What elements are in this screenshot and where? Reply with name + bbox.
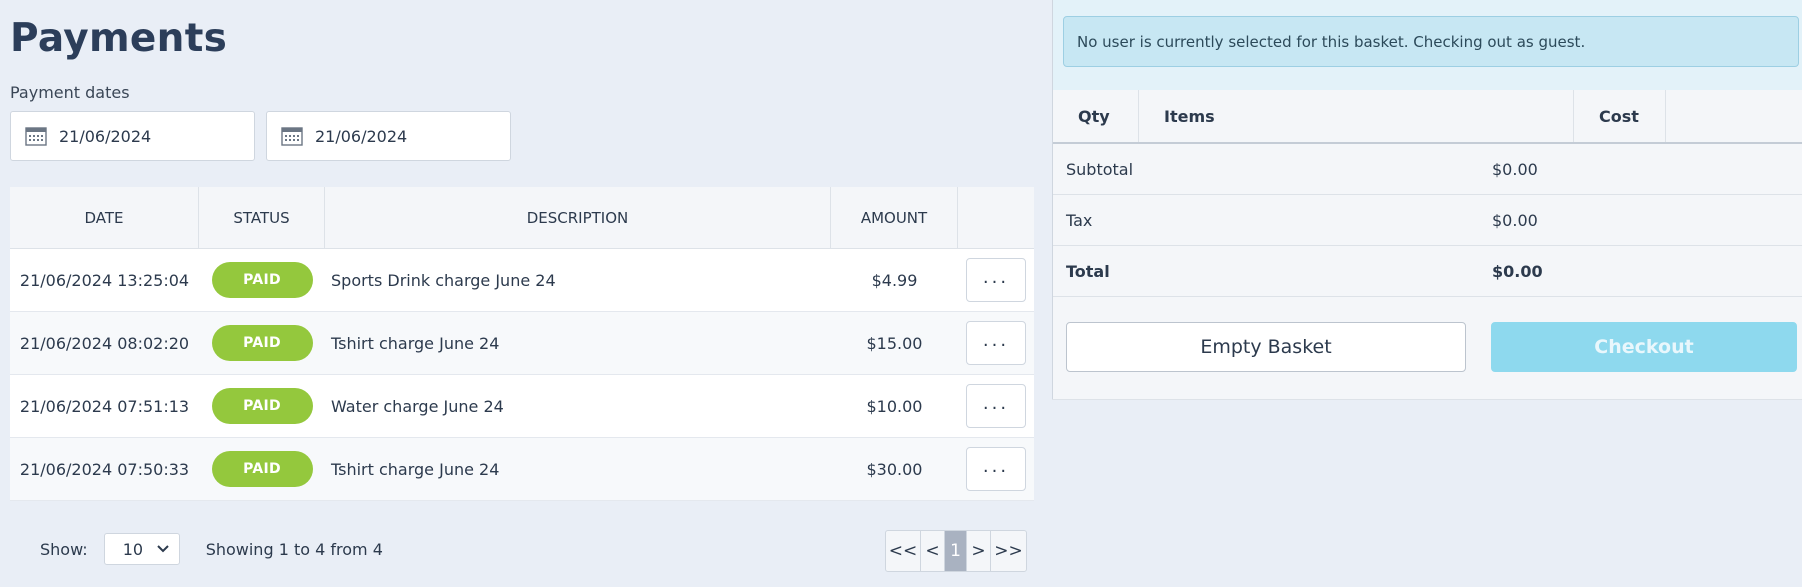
tax-value: $0.00 bbox=[1492, 210, 1538, 230]
table-row: 21/06/2024 08:02:20 PAID Tshirt charge J… bbox=[10, 312, 1034, 375]
status-badge: PAID bbox=[211, 262, 313, 298]
page-size-value: 10 bbox=[122, 539, 144, 559]
row-amount: $15.00 bbox=[866, 333, 923, 353]
row-description: Water charge June 24 bbox=[331, 396, 504, 416]
guest-checkout-alert: No user is currently selected for this b… bbox=[1063, 16, 1799, 67]
date-from-value: 21/06/2024 bbox=[59, 126, 152, 146]
row-status: PAID bbox=[199, 249, 325, 311]
basket-header-qty: Qty bbox=[1053, 90, 1139, 142]
date-to-field[interactable]: 21/06/2024 bbox=[266, 111, 511, 161]
subtotal-label: Subtotal bbox=[1066, 159, 1134, 179]
payments-table: DATE STATUS DESCRIPTION AMOUNT 21/06/202… bbox=[10, 187, 1034, 501]
table-footer: Show: 10 Showing 1 to 4 from 4 bbox=[40, 533, 383, 565]
total-value: $0.00 bbox=[1492, 261, 1543, 281]
tax-row: Tax $0.00 bbox=[1053, 195, 1802, 246]
status-badge: PAID bbox=[211, 325, 313, 361]
row-actions-button[interactable]: ... bbox=[966, 384, 1026, 428]
table-header: DATE STATUS DESCRIPTION AMOUNT bbox=[10, 187, 1034, 249]
pager-last-button[interactable]: >> bbox=[991, 531, 1026, 571]
row-actions-button[interactable]: ... bbox=[966, 321, 1026, 365]
row-actions: ... bbox=[958, 375, 1034, 437]
checkout-button[interactable]: Checkout bbox=[1491, 322, 1797, 372]
basket-panel: No user is currently selected for this b… bbox=[1052, 0, 1802, 400]
pager-prev-button[interactable]: < bbox=[921, 531, 945, 571]
basket-header-cost: Cost bbox=[1574, 90, 1666, 142]
table-row: 21/06/2024 07:51:13 PAID Water charge Ju… bbox=[10, 375, 1034, 438]
row-status: PAID bbox=[199, 375, 325, 437]
status-badge: PAID bbox=[211, 388, 313, 424]
header-amount[interactable]: AMOUNT bbox=[831, 187, 958, 248]
row-actions: ... bbox=[958, 312, 1034, 374]
table-row: 21/06/2024 13:25:04 PAID Sports Drink ch… bbox=[10, 249, 1034, 312]
row-date: 21/06/2024 07:50:33 bbox=[19, 459, 190, 479]
row-actions: ... bbox=[958, 249, 1034, 311]
row-amount: $30.00 bbox=[866, 459, 923, 479]
date-to-value: 21/06/2024 bbox=[315, 126, 408, 146]
pagination: << < 1 > >> bbox=[885, 530, 1027, 572]
row-date: 21/06/2024 07:51:13 bbox=[19, 396, 190, 416]
payment-dates-label: Payment dates bbox=[10, 83, 130, 102]
tax-label: Tax bbox=[1066, 210, 1093, 230]
showing-count: Showing 1 to 4 from 4 bbox=[205, 539, 383, 559]
total-row: Total $0.00 bbox=[1053, 246, 1802, 297]
basket-header-items: Items bbox=[1139, 90, 1574, 142]
basket-panel-border bbox=[1052, 399, 1802, 400]
row-date: 21/06/2024 13:25:04 bbox=[19, 270, 190, 290]
row-description: Tshirt charge June 24 bbox=[331, 333, 500, 353]
row-description: Sports Drink charge June 24 bbox=[331, 270, 556, 290]
calendar-icon bbox=[281, 127, 303, 146]
empty-basket-button[interactable]: Empty Basket bbox=[1066, 322, 1466, 372]
row-actions: ... bbox=[958, 438, 1034, 500]
row-date: 21/06/2024 08:02:20 bbox=[19, 333, 190, 353]
row-status: PAID bbox=[199, 312, 325, 374]
row-status: PAID bbox=[199, 438, 325, 500]
calendar-icon bbox=[25, 127, 47, 146]
row-description: Tshirt charge June 24 bbox=[331, 459, 500, 479]
basket-header: Qty Items Cost bbox=[1053, 90, 1802, 144]
page-size-select[interactable]: 10 bbox=[103, 533, 180, 565]
row-amount: $10.00 bbox=[866, 396, 923, 416]
header-status[interactable]: STATUS bbox=[199, 187, 325, 248]
subtotal-row: Subtotal $0.00 bbox=[1053, 144, 1802, 195]
pager-next-button[interactable]: > bbox=[967, 531, 991, 571]
basket-header-spacer bbox=[1666, 90, 1802, 142]
pager-first-button[interactable]: << bbox=[886, 531, 921, 571]
row-actions-button[interactable]: ... bbox=[966, 447, 1026, 491]
chevron-down-icon bbox=[156, 545, 169, 553]
row-amount: $4.99 bbox=[871, 270, 918, 290]
subtotal-value: $0.00 bbox=[1492, 159, 1538, 179]
page-title: Payments bbox=[10, 16, 228, 61]
table-row: 21/06/2024 07:50:33 PAID Tshirt charge J… bbox=[10, 438, 1034, 501]
status-badge: PAID bbox=[211, 451, 313, 487]
show-label: Show: bbox=[40, 539, 88, 559]
pager-current-page[interactable]: 1 bbox=[945, 531, 967, 571]
total-label: Total bbox=[1066, 261, 1110, 281]
row-actions-button[interactable]: ... bbox=[966, 258, 1026, 302]
header-description[interactable]: DESCRIPTION bbox=[325, 187, 831, 248]
date-from-field[interactable]: 21/06/2024 bbox=[10, 111, 255, 161]
header-actions bbox=[958, 187, 1034, 248]
header-date[interactable]: DATE bbox=[10, 187, 199, 248]
payments-panel: Payments Payment dates 21/06/2024 21/06/… bbox=[0, 0, 1052, 587]
